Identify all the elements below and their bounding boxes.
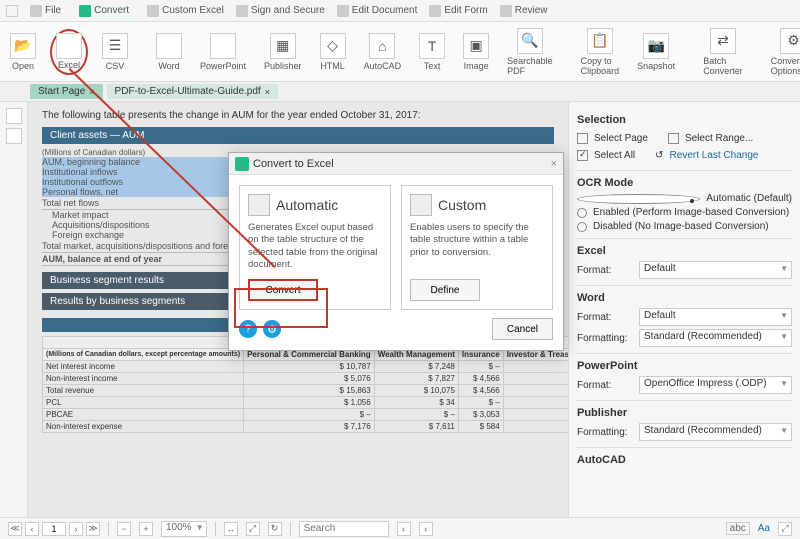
options-sidebar: Selection Select Page Select Range... Se… (568, 102, 800, 517)
zoom-in-icon[interactable]: + (139, 522, 153, 536)
view-list-icon[interactable] (18, 87, 28, 97)
fit-page-icon[interactable]: ⤢ (246, 522, 260, 536)
search-next-icon[interactable]: › (419, 522, 433, 536)
table-row: PBCAE$ –$ –$ 3,053$ –$ –$ –$ 3,053$ 3,42… (43, 409, 569, 421)
word-formatting-select[interactable]: Standard (Recommended) (639, 329, 792, 347)
snapshot-button[interactable]: 📷Snapshot (633, 31, 679, 73)
automatic-card: Automatic Generates Excel ouput based on… (239, 185, 391, 310)
menu-edit-document[interactable]: Edit Document (337, 5, 418, 17)
status-bar: ≪ ‹ › ≫ − + 100% ↔ ⤢ ↻ ‹ › abc Aa ⤢ (0, 517, 800, 539)
csv-button[interactable]: ☰CSV (98, 31, 132, 73)
text-button[interactable]: TText (415, 31, 449, 73)
powerpoint-button[interactable]: PPowerPoint (196, 31, 250, 73)
close-icon[interactable]: × (265, 87, 270, 97)
table-row: Non-interest income$ 5,076$ 7,827$ 4,566… (43, 373, 569, 385)
custom-icon (410, 194, 432, 216)
batch-converter-button[interactable]: ⇄Batch Converter (699, 26, 747, 78)
menu-file[interactable]: File (30, 5, 61, 17)
publisher-formatting-select[interactable]: Standard (Recommended) (639, 423, 792, 441)
table-row: Non-interest expense$ 7,176$ 7,611$ 584$… (43, 421, 569, 433)
tool-pages-icon[interactable] (6, 108, 22, 124)
word-button[interactable]: WWord (152, 31, 186, 73)
text-tool-icon[interactable]: abc (726, 522, 750, 535)
checkbox-icon[interactable] (577, 150, 588, 161)
word-format-select[interactable]: Default (639, 308, 792, 326)
publisher-button[interactable]: ▦Publisher (260, 31, 306, 73)
convert-button[interactable]: Convert (248, 279, 318, 301)
menu-convert[interactable]: Convert (73, 3, 135, 19)
next-page-icon[interactable]: › (69, 522, 83, 536)
table-row: Total revenue$ 15,863$ 10,075$ 4,566$ 2,… (43, 385, 569, 397)
menu-custom-excel[interactable]: Custom Excel (147, 5, 224, 17)
html-button[interactable]: ◇HTML (316, 31, 350, 73)
first-page-icon[interactable]: ≪ (8, 522, 22, 536)
autocad-button[interactable]: ⌂AutoCAD (360, 31, 406, 73)
image-button[interactable]: ▣Image (459, 31, 493, 73)
revert-icon[interactable]: ↺ (655, 150, 663, 161)
menu-review[interactable]: Review (500, 5, 548, 17)
table-row: Net interest income$ 10,787$ 7,248$ –$ 6… (43, 361, 569, 373)
copy-clipboard-button[interactable]: 📋Copy to Clipboard (577, 26, 624, 78)
ribbon-toolbar: 📂Open XExcel ☰CSV WWord PPowerPoint ▦Pub… (0, 22, 800, 82)
app-icon (6, 5, 18, 17)
checkbox-icon[interactable] (668, 133, 679, 144)
menu-sign-secure[interactable]: Sign and Secure (236, 5, 325, 17)
close-icon[interactable]: × (551, 158, 557, 170)
page-input[interactable] (42, 522, 66, 536)
rotate-icon[interactable]: ↻ (268, 522, 282, 536)
dialog-icon (235, 157, 249, 171)
convert-to-excel-dialog: Convert to Excel × Automatic Generates E… (228, 152, 564, 351)
define-button[interactable]: Define (410, 279, 480, 301)
searchable-pdf-button[interactable]: 🔍Searchable PDF (503, 26, 557, 78)
settings-icon[interactable]: ⚙ (263, 320, 281, 338)
tab-start-page[interactable]: Start Page× (30, 84, 103, 99)
section-bar: Client assets — AUM (42, 127, 554, 144)
custom-card: Custom Enables users to specify the tabl… (401, 185, 553, 310)
conversion-options-button[interactable]: ⚙Conversion Options (767, 26, 800, 78)
prev-page-icon[interactable]: ‹ (25, 522, 39, 536)
expand-icon[interactable]: ⤢ (778, 522, 792, 536)
open-button[interactable]: 📂Open (6, 31, 40, 73)
dialog-title: Convert to Excel (253, 158, 334, 170)
search-input[interactable] (299, 521, 389, 537)
tool-bookmark-icon[interactable] (6, 128, 22, 144)
doc-intro: The following table presents the change … (42, 110, 554, 121)
tab-document[interactable]: PDF-to-Excel-Ultimate-Guide.pdf× (107, 84, 278, 99)
excel-format-select[interactable]: Default (639, 261, 792, 279)
help-icon[interactable]: ? (239, 320, 257, 338)
automatic-icon (248, 194, 270, 216)
last-page-icon[interactable]: ≫ (86, 522, 100, 536)
fit-width-icon[interactable]: ↔ (224, 522, 238, 536)
zoom-out-icon[interactable]: − (117, 522, 131, 536)
close-icon[interactable]: × (89, 87, 94, 97)
checkbox-icon[interactable] (577, 133, 588, 144)
menu-bar: File Convert Custom Excel Sign and Secur… (0, 0, 800, 22)
radio-icon[interactable] (577, 222, 587, 232)
font-tool-icon[interactable]: Aa (758, 523, 770, 534)
search-prev-icon[interactable]: ‹ (397, 522, 411, 536)
view-grid-icon[interactable] (6, 87, 16, 97)
table-row: PCL$ 1,056$ 34$ –$ –$ 62$ –$ 1,150$ 1,54… (43, 397, 569, 409)
tab-strip: Start Page× PDF-to-Excel-Ultimate-Guide.… (0, 82, 800, 102)
ppt-format-select[interactable]: OpenOffice Impress (.ODP) (639, 376, 792, 394)
left-tool-strip (0, 102, 28, 517)
radio-icon[interactable] (577, 208, 587, 218)
radio-icon[interactable] (577, 194, 700, 204)
cancel-button[interactable]: Cancel (492, 318, 553, 340)
excel-button[interactable]: XExcel (50, 29, 88, 75)
menu-edit-form[interactable]: Edit Form (429, 5, 487, 17)
zoom-select[interactable]: 100% (161, 521, 207, 537)
